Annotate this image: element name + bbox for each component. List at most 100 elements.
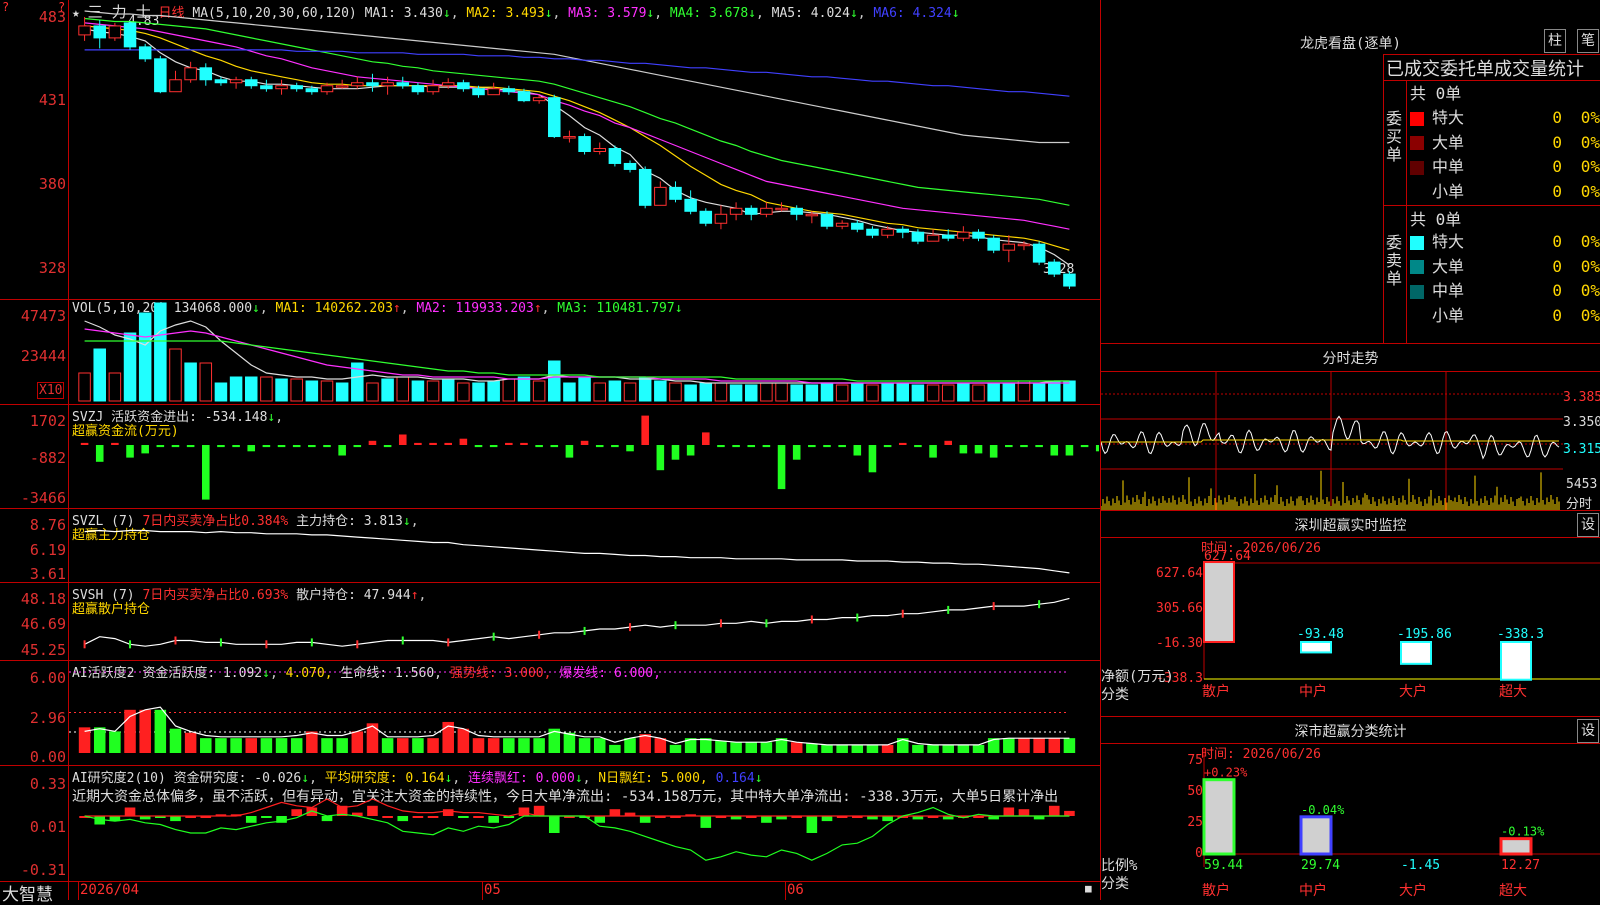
ai-research-panel[interactable]: AI研究度2(10) 资金研究度: -0.026↓, 平均研究度: 0.164↓… bbox=[0, 766, 1100, 882]
vol-bar bbox=[714, 382, 728, 402]
monitor-bar bbox=[1300, 641, 1332, 654]
flow-bar bbox=[277, 445, 286, 448]
flow-bar bbox=[1005, 445, 1013, 448]
vol-bar bbox=[123, 332, 137, 402]
flow-bar bbox=[777, 445, 786, 490]
flow-bar bbox=[853, 445, 862, 456]
ai-activity-chart[interactable] bbox=[69, 661, 1099, 765]
ai-research-chart[interactable] bbox=[69, 766, 1099, 881]
svzl-chart[interactable] bbox=[69, 509, 1099, 582]
svzl-panel[interactable]: SVZL (7) 7日内买卖净占比0.384% 主力持仓: 3.813↓, 超赢… bbox=[0, 509, 1100, 583]
flow-bar bbox=[1035, 445, 1043, 448]
tick-mode-button[interactable]: 笔 bbox=[1577, 29, 1599, 53]
flow-bar bbox=[186, 445, 195, 448]
sell-row-1: 特大 0 0% bbox=[1410, 228, 1600, 252]
flow-bar bbox=[580, 440, 589, 445]
row-name: 大单 bbox=[1432, 132, 1465, 152]
classify-stats-panel[interactable]: 深市超赢分类统计 设 时间: 2026/06/26 75 50 25 0 比例%… bbox=[1101, 717, 1600, 900]
row-name: 小单 bbox=[1432, 305, 1465, 325]
vol-bar bbox=[578, 376, 591, 402]
research-bar bbox=[1003, 807, 1015, 816]
intraday-panel[interactable]: 分时走势 3.385 3.350 3.315 5453 分时 bbox=[1101, 344, 1600, 512]
classify-chart[interactable]: +0.23% 59.44 散户 -0.04% 29.74 中户 -1.45 大户 -0.13% 1… bbox=[1101, 717, 1600, 900]
flow-bar bbox=[611, 445, 619, 448]
research-bar bbox=[382, 816, 393, 818]
flow-bar bbox=[717, 445, 725, 448]
vol-ma-line-1 bbox=[84, 320, 1070, 384]
row-percent: 0% bbox=[1580, 281, 1600, 300]
flow-bar bbox=[95, 445, 104, 462]
monitor-chart[interactable]: 627.64 散户 -93.48 中户 -195.86 大户 -338.3 超大 bbox=[1101, 511, 1600, 716]
research-bar bbox=[609, 809, 621, 816]
monitor-bar bbox=[1500, 641, 1532, 681]
vol-bar bbox=[154, 302, 167, 402]
buy-total: 共 0单 bbox=[1410, 84, 1462, 103]
svsh-yaxis-tick: 46.69 bbox=[20, 615, 66, 633]
flow-bar bbox=[444, 442, 452, 445]
xaxis-label: 2026/04 bbox=[80, 882, 140, 898]
candle-body bbox=[426, 85, 440, 93]
vol-bar bbox=[911, 384, 925, 402]
row-count: 0 bbox=[1552, 108, 1562, 127]
color-swatch-icon bbox=[1410, 309, 1424, 323]
ai2-yaxis-tick: -0.31 bbox=[20, 861, 66, 879]
monitor-bar-value: 627.64 bbox=[1204, 549, 1251, 564]
candle-body bbox=[78, 25, 91, 36]
vol-bar bbox=[608, 380, 622, 402]
vol-chart[interactable] bbox=[69, 300, 1099, 404]
kline-chart[interactable] bbox=[69, 0, 1099, 299]
svzj-panel[interactable]: SVZJ 活跃资金进出: -534.148↓, 超赢资金流(万元) 1702 -… bbox=[0, 405, 1100, 509]
ma-line-6 bbox=[84, 49, 1070, 97]
flow-bar bbox=[762, 445, 771, 448]
vol-bar bbox=[835, 384, 849, 402]
activity-bar bbox=[336, 738, 348, 753]
row-percent: 0% bbox=[1580, 132, 1600, 152]
bar-mode-button[interactable]: 柱 bbox=[1544, 29, 1566, 53]
intraday-title: 分时走势 bbox=[1322, 351, 1379, 367]
svsh-panel[interactable]: SVSH (7) 7日内买卖净占比0.693% 散户持仓: 47.944↑, 超… bbox=[0, 583, 1100, 661]
flow-bar bbox=[429, 442, 437, 445]
retail-tick bbox=[174, 636, 177, 645]
vol-bar bbox=[744, 384, 758, 402]
lock-icon[interactable]: ■ bbox=[1085, 882, 1092, 895]
retail-tick bbox=[356, 640, 359, 649]
ai-activity-panel[interactable]: AI活跃度2 资金活跃度: 1.092↓, 4.070, 生命线: 1.560,… bbox=[0, 661, 1100, 766]
avg-price-line bbox=[1101, 439, 1559, 443]
ma-line-3 bbox=[84, 22, 1070, 230]
activity-bar bbox=[593, 738, 606, 753]
row-count: 0 bbox=[1552, 132, 1562, 152]
classify-bar bbox=[1299, 815, 1333, 856]
vol-bar bbox=[563, 382, 576, 402]
vol-bar bbox=[654, 380, 667, 402]
vol-bar bbox=[457, 382, 470, 402]
svzj-yaxis-tick: 1702 bbox=[29, 412, 66, 430]
vol-panel[interactable]: VOL(5,10,20) 134068.000↓, MA1: 140262.20… bbox=[0, 300, 1100, 405]
activity-bar bbox=[518, 738, 530, 753]
realtime-monitor-panel[interactable]: 深圳超赢实时监控 设 时间: 2026/06/26 627.64 305.66 … bbox=[1101, 511, 1600, 717]
research-bar bbox=[882, 816, 893, 822]
candle-body bbox=[760, 207, 773, 215]
intraday-chart[interactable] bbox=[1101, 372, 1563, 510]
activity-bar bbox=[245, 738, 257, 753]
svzj-chart[interactable] bbox=[69, 405, 1099, 508]
vol-bar bbox=[699, 382, 713, 402]
monitor-category: 散户 bbox=[1202, 683, 1230, 700]
row-count: 0 bbox=[1552, 181, 1562, 201]
candle-body bbox=[1032, 243, 1046, 263]
candle-body bbox=[669, 186, 682, 200]
candle-body bbox=[381, 82, 394, 87]
flow-bar bbox=[111, 442, 119, 445]
flow-bar bbox=[914, 445, 922, 448]
vol-ma-line-3 bbox=[84, 340, 1070, 382]
kline-panel[interactable]: ? ? ★ 三 力 士 日线 MA(5,10,20,30,60,120) MA1… bbox=[0, 0, 1100, 300]
sell-total: 共 0单 bbox=[1410, 210, 1462, 229]
ai1-yaxis-tick: 6.00 bbox=[29, 669, 66, 687]
classify-value: 59.44 bbox=[1204, 858, 1243, 873]
svsh-chart[interactable] bbox=[69, 583, 1099, 660]
candle-body bbox=[608, 148, 622, 164]
flow-bar bbox=[232, 445, 240, 448]
vol-bar bbox=[487, 380, 500, 402]
dragon-tiger-panel[interactable]: 龙虎看盘(逐单) 柱 笔 已成交委托单成交量统计 委买单 委卖单 共 0单 特大… bbox=[1101, 0, 1600, 344]
activity-bar bbox=[806, 743, 818, 753]
research-bar bbox=[761, 816, 772, 823]
